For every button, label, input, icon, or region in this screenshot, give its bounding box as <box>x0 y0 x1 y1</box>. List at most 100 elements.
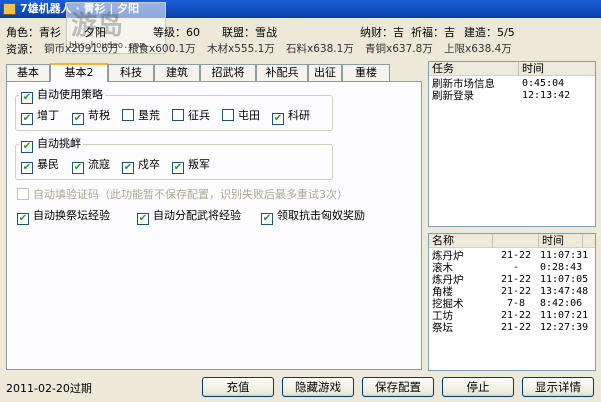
checkbox-box: ✔ <box>21 162 33 174</box>
table-row[interactable]: 炼丹炉 21-22 11:07:05 <box>429 274 595 286</box>
task-time: 12:13:42 <box>522 90 571 101</box>
build-label: 建造：5/5 <box>464 26 515 39</box>
strategy-checkbox-conscript[interactable]: 征兵 <box>172 109 210 123</box>
table-row[interactable]: 角楼 21-22 13:47:48 <box>429 286 595 298</box>
checkbox-box <box>172 109 184 121</box>
task-table-header: 任务 时间 <box>429 62 595 76</box>
table-row[interactable]: 祭坛 21-22 12:27:39 <box>429 322 595 334</box>
xiongnu-reward-checkbox[interactable]: ✔ 领取抗击匈奴奖励 <box>261 209 365 225</box>
resource-label: 资源： <box>6 43 39 56</box>
building-level: 21-22 <box>500 286 532 297</box>
alliance-label: 联盟：雪战 <box>222 26 277 39</box>
building-name: 炼丹炉 <box>432 250 464 262</box>
column-header-task[interactable]: 任务 <box>429 62 519 76</box>
checkbox-box: ✔ <box>72 162 84 174</box>
building-table-header: 名称 时间 <box>429 234 595 248</box>
building-name: 角楼 <box>432 286 453 298</box>
raid-checkbox-bandit[interactable]: ✔ 流寇 <box>72 158 110 174</box>
checkbox-box: ✔ <box>261 213 273 225</box>
building-name: 滚木 <box>432 262 453 274</box>
building-level: 7-8 <box>506 298 526 309</box>
column-header-level[interactable] <box>493 234 539 248</box>
general-exp-checkbox[interactable]: ✔ 自动分配武将经验 <box>137 209 241 225</box>
building-time: 13:47:48 <box>540 286 589 297</box>
hide-game-button[interactable]: 隐藏游戏 <box>282 377 354 397</box>
raid-group-checkbox[interactable]: ✔ <box>21 141 33 153</box>
building-table: 名称 时间 炼丹炉 21-22 11:07:31 滚木 - 0:28:43 炼丹… <box>428 233 596 371</box>
strategy-checkbox-reclaim[interactable]: 垦荒 <box>122 109 160 123</box>
table-row[interactable]: 刷新登录 12:13:42 <box>429 90 595 102</box>
table-row[interactable]: 工坊 21-22 11:07:21 <box>429 310 595 322</box>
tab-tower[interactable]: 重楼 <box>342 64 390 81</box>
checkbox-box: ✔ <box>21 113 33 125</box>
building-time: 11:07:05 <box>540 274 589 285</box>
checkbox-box: ✔ <box>122 162 134 174</box>
task-time: 0:45:04 <box>522 78 565 89</box>
resource-stone: 石料x638.1万 <box>286 43 354 55</box>
info-row: 角色：青衫 夕阳 等级：60 联盟：雪战 纳财：吉 祈福：吉 建造：5/5 <box>0 24 601 40</box>
checkbox-box: ✔ <box>72 113 84 125</box>
resource-cap: 上限x638.4万 <box>444 43 512 55</box>
role-label: 角色：青衫 <box>6 26 61 39</box>
checkbox-box: ✔ <box>137 213 149 225</box>
column-header-time[interactable]: 时间 <box>519 62 595 76</box>
naming-label: 纳财：吉 <box>360 26 404 39</box>
resource-copper: 铜币x2091.6万 <box>44 43 119 55</box>
raid-checkbox-garrison[interactable]: ✔ 戍卒 <box>122 158 160 174</box>
building-time: 11:07:21 <box>540 310 589 321</box>
strategy-group-checkbox[interactable]: ✔ <box>21 92 33 104</box>
role-name: 夕阳 <box>84 26 106 39</box>
tab-basic2[interactable]: 基本2 <box>50 63 108 82</box>
recharge-button[interactable]: 充值 <box>202 377 274 397</box>
strategy-checkbox-farm[interactable]: 屯田 <box>222 109 260 123</box>
building-name: 炼丹炉 <box>432 274 464 286</box>
tab-assign-troops[interactable]: 补配兵 <box>256 64 308 81</box>
building-time: 12:27:39 <box>540 322 589 333</box>
strategy-group-legend[interactable]: ✔ 自动使用策略 <box>19 88 105 104</box>
table-row[interactable]: 滚木 - 0:28:43 <box>429 262 595 274</box>
show-details-button[interactable]: 显示详情 <box>522 377 594 397</box>
building-time: 11:07:31 <box>540 250 589 261</box>
expiry-status: 2011-02-20过期 <box>6 382 92 395</box>
level-label: 等级：60 <box>153 26 200 39</box>
checkbox-box: ✔ <box>172 162 184 174</box>
column-header-name[interactable]: 名称 <box>429 234 493 248</box>
building-level: 21-22 <box>500 310 532 321</box>
column-header-time[interactable]: 时间 <box>539 234 583 248</box>
tab-basic[interactable]: 基本 <box>6 64 50 81</box>
strategy-checkbox-heavy-tax[interactable]: ✔ 苛税 <box>72 109 110 125</box>
altar-exp-checkbox[interactable]: ✔ 自动换祭坛经验 <box>17 209 110 225</box>
resource-wood: 木材x555.1万 <box>207 43 275 55</box>
building-name: 挖掘术 <box>432 298 464 310</box>
building-level: 21-22 <box>500 250 532 261</box>
strategy-checkbox-add-population[interactable]: ✔ 增丁 <box>21 109 59 125</box>
checkbox-box: ✔ <box>17 213 29 225</box>
task-table: 任务 时间 刷新市场信息 0:45:04 刷新登录 12:13:42 <box>428 61 596 227</box>
table-row[interactable]: 炼丹炉 21-22 11:07:31 <box>429 250 595 262</box>
save-config-button[interactable]: 保存配置 <box>362 377 434 397</box>
resource-food: 粮食x600.1万 <box>128 43 196 55</box>
checkbox-box <box>122 109 134 121</box>
resource-bronze: 青铜x637.8万 <box>365 43 433 55</box>
table-row[interactable]: 刷新市场信息 0:45:04 <box>429 78 595 90</box>
tab-expedition[interactable]: 出征 <box>308 64 342 81</box>
table-row[interactable]: 挖掘术 7-8 8:42:06 <box>429 298 595 310</box>
task-name: 刷新市场信息 <box>432 78 495 90</box>
strategy-checkbox-research[interactable]: ✔ 科研 <box>272 109 310 125</box>
stop-button[interactable]: 停止 <box>442 377 514 397</box>
tab-recruit-general[interactable]: 招武将 <box>200 64 256 81</box>
raid-checkbox-rebel[interactable]: ✔ 叛军 <box>172 158 210 174</box>
checkbox-box <box>222 109 234 121</box>
captcha-checkbox[interactable]: 自动填验证码（此功能暂不保存配置，识别失败后最多重试3次） <box>17 188 348 202</box>
checkbox-box: ✔ <box>272 113 284 125</box>
tab-tech[interactable]: 科技 <box>108 64 154 81</box>
task-name: 刷新登录 <box>432 90 474 102</box>
building-time: 0:28:43 <box>540 262 583 273</box>
building-level: 21-22 <box>500 274 532 285</box>
tab-building[interactable]: 建筑 <box>154 64 200 81</box>
resource-row: 资源： 铜币x2091.6万 粮食x600.1万 木材x555.1万 石料x63… <box>0 41 601 57</box>
building-name: 祭坛 <box>432 322 453 334</box>
raid-group-legend[interactable]: ✔ 自动挑衅 <box>19 137 83 153</box>
blessing-label: 祈福：吉 <box>411 26 455 39</box>
raid-checkbox-mob[interactable]: ✔ 暴民 <box>21 158 59 174</box>
